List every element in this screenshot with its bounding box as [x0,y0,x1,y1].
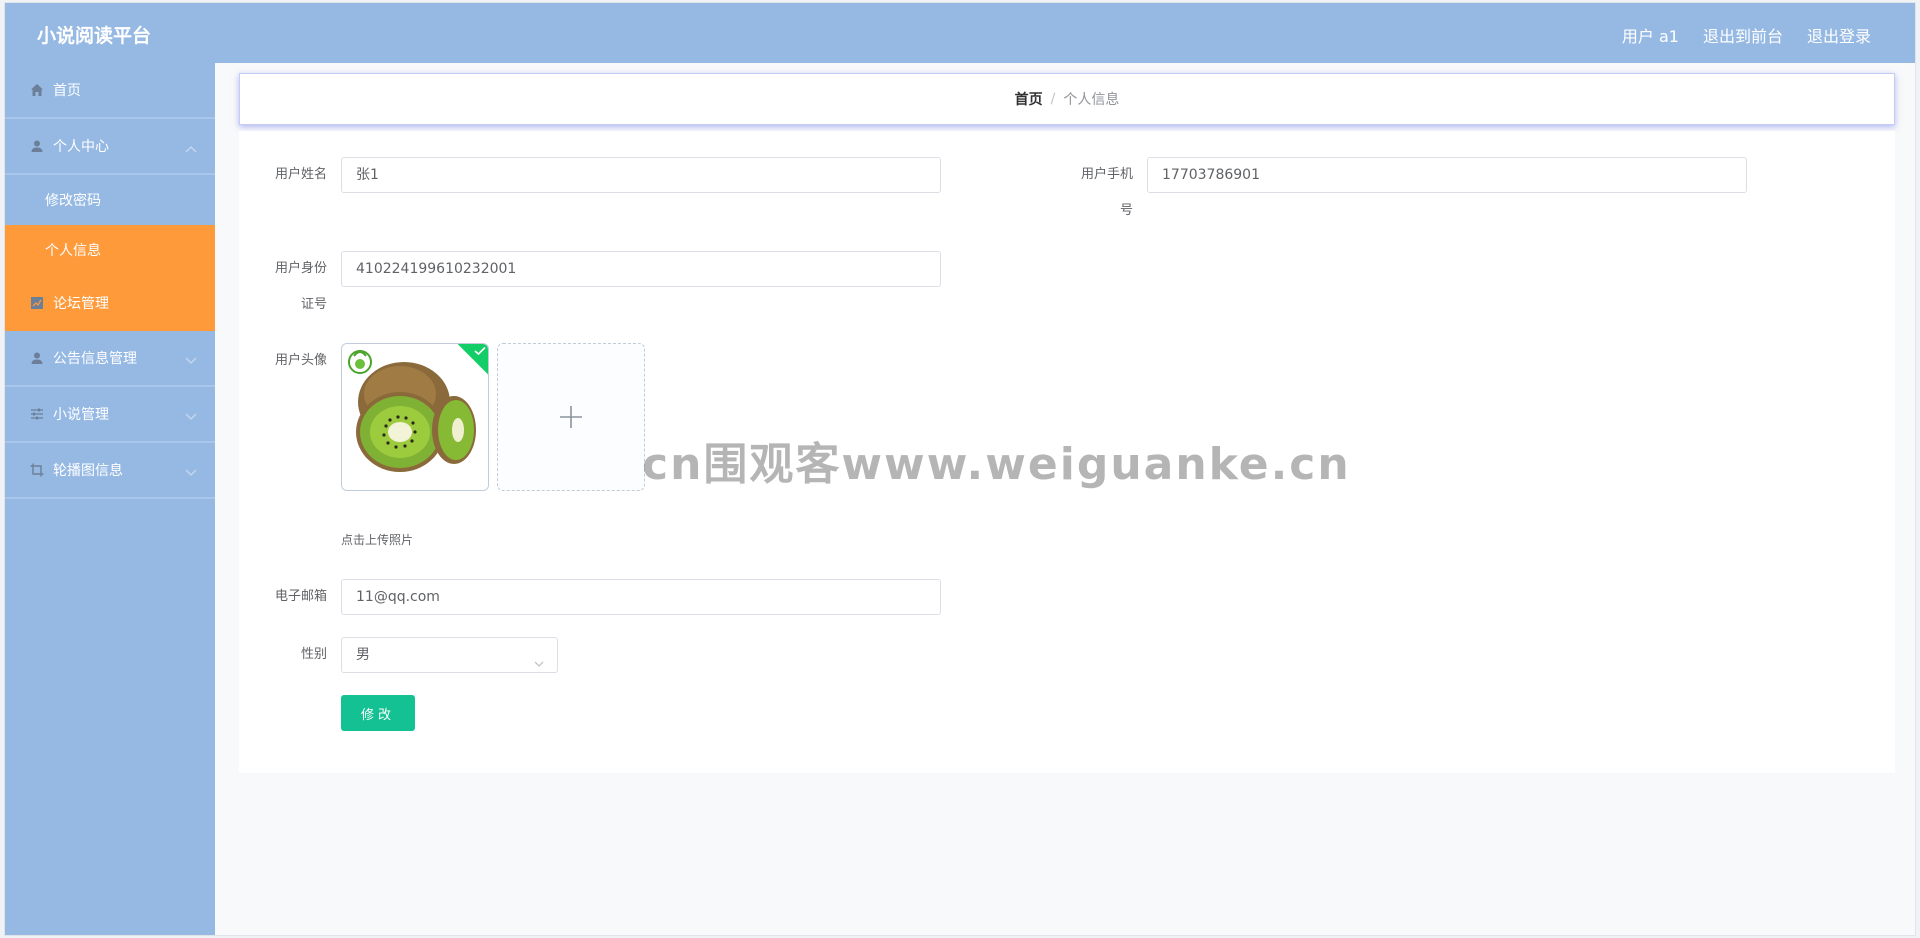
plus-icon [560,406,582,428]
sidebar-item-label: 个人中心 [53,139,109,155]
breadcrumb-separator: / [1050,91,1056,107]
top-header: 小说阅读平台 用户 a1 退出到前台 退出登录 [5,3,1915,63]
user-icon [29,138,45,154]
header-links: 用户 a1 退出到前台 退出登录 [1622,23,1871,47]
current-user-link[interactable]: 用户 a1 [1622,23,1679,47]
breadcrumb-home[interactable]: 首页 [1015,89,1043,109]
user-icon [29,350,45,366]
chevron-down-icon [185,353,197,369]
chevron-up-icon [185,141,197,157]
phone-input[interactable]: 17703786901 [1147,157,1747,193]
sidebar-item-label: 修改密码 [45,193,101,209]
breadcrumb-current: 个人信息 [1063,92,1120,108]
chevron-down-icon [185,409,197,425]
sidebar-item-home[interactable]: 首页 [5,63,215,119]
name-input[interactable]: 张1 [341,157,941,193]
email-input[interactable]: 11@qq.com [341,579,941,615]
name-label: 用户姓名 [274,167,327,182]
sidebar-item-label: 公告信息管理 [53,351,137,367]
app-title: 小说阅读平台 [37,25,152,47]
sidebar-item-label: 首页 [53,83,81,99]
app-frame: 小说阅读平台 用户 a1 退出到前台 退出登录 首页 个人中心 修改密码 个人信… [4,2,1916,936]
idcard-label: 用户身份 [274,261,327,276]
sidebar-item-novels[interactable]: 小说管理 [5,387,215,443]
phone-label: 用户手机 [1080,167,1133,182]
home-icon [29,82,45,98]
sidebar-item-label: 论坛管理 [53,296,109,312]
sidebar-item-forum[interactable]: 论坛管理 [5,275,215,331]
kiwi-photo [342,344,488,490]
sliders-icon [29,406,45,422]
idcard-label-cont: 证号 [300,297,327,312]
phone-label-cont: 号 [1119,203,1133,218]
chart-icon [29,295,45,311]
idcard-input[interactable]: 410224199610232001 [341,251,941,287]
sidebar-item-carousel[interactable]: 轮播图信息 [5,443,215,499]
chevron-down-icon [185,465,197,481]
sidebar-item-announcements[interactable]: 公告信息管理 [5,331,215,387]
crop-icon [29,462,45,478]
breadcrumb: 首页 / 个人信息 [239,73,1895,125]
chevron-down-icon [533,649,545,683]
avatar-thumbnail[interactable] [341,343,489,491]
sidebar-item-label: 个人信息 [45,243,101,259]
submit-button[interactable]: 修改 [341,695,415,731]
sidebar-item-personal-center[interactable]: 个人中心 [5,119,215,175]
sidebar-item-label: 轮播图信息 [53,463,123,479]
gender-label: 性别 [300,647,327,662]
sidebar-subitem-personal-info[interactable]: 个人信息 [5,225,215,275]
avatar-upload-hint: 点击上传照片 [341,533,414,547]
gender-select[interactable]: 男 [341,637,558,673]
sidebar-item-label: 小说管理 [53,407,109,423]
avatar-upload-button[interactable] [497,343,645,491]
watermark: cn围观客www.weiguanke.cn [642,439,1351,490]
email-label: 电子邮箱 [274,589,327,604]
back-to-frontend-link[interactable]: 退出到前台 [1703,23,1783,47]
check-icon [474,346,486,356]
logout-link[interactable]: 退出登录 [1807,23,1871,47]
gender-select-value: 男 [356,647,370,663]
avatar-label: 用户头像 [274,353,327,368]
sidebar-subitem-change-password[interactable]: 修改密码 [5,175,215,225]
sidebar: 首页 个人中心 修改密码 个人信息 论坛管理 公告信息管理 小说管理 轮播图信息 [5,63,215,935]
